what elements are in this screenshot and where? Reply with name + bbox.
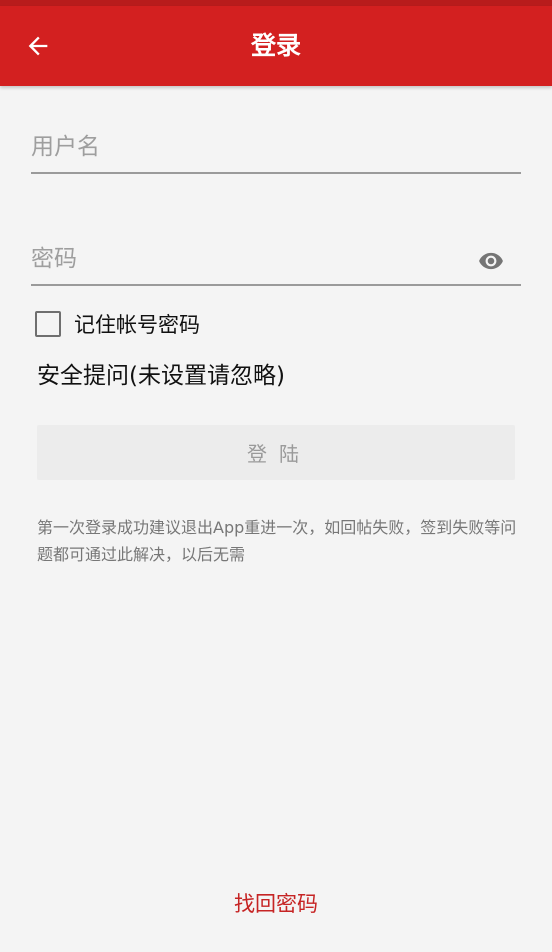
remember-credentials-row[interactable]: 记住帐号密码 — [35, 309, 200, 339]
password-field — [31, 236, 521, 286]
username-input[interactable] — [31, 124, 521, 170]
arrow-left-icon — [28, 36, 48, 56]
eye-icon — [479, 252, 503, 270]
login-button[interactable]: 登陆 — [37, 425, 515, 480]
security-question-selector[interactable]: 安全提问(未设置请忽略) — [37, 356, 285, 390]
forgot-password-link[interactable]: 找回密码 — [0, 888, 552, 918]
back-button[interactable] — [16, 24, 60, 68]
password-input[interactable] — [31, 236, 471, 282]
app-bar: 登录 — [0, 6, 552, 86]
page-title: 登录 — [250, 31, 301, 60]
username-field — [31, 124, 521, 174]
password-visibility-toggle[interactable] — [473, 246, 509, 276]
login-hint-text: 第一次登录成功建议退出App重进一次，如回帖失败，签到失败等问题都可通过此解决，… — [37, 518, 517, 564]
remember-label: 记住帐号密码 — [74, 313, 200, 337]
remember-checkbox[interactable] — [35, 311, 61, 337]
